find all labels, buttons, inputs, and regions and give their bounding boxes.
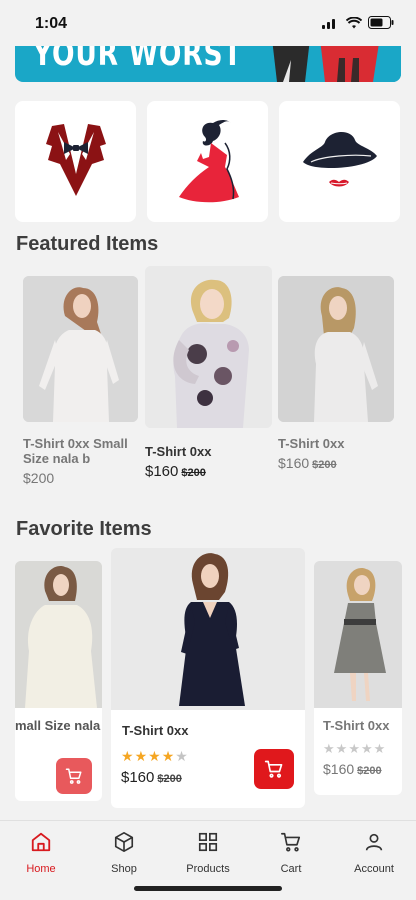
featured-item[interactable]: T-Shirt 0xx $160 $200 — [278, 276, 394, 471]
product-old-price: $200 — [157, 773, 182, 785]
product-image — [111, 548, 305, 710]
favorite-item[interactable]: T-Shirt 0xx ★ ★ ★ ★ ★ $160 $200 — [314, 561, 402, 795]
hat-icon — [302, 131, 377, 186]
product-old-price: $200 — [312, 459, 337, 471]
product-image — [145, 266, 272, 428]
dress-icon — [178, 119, 239, 202]
product-image — [23, 276, 138, 422]
cart-icon — [264, 760, 283, 778]
product-old-price: $200 — [357, 765, 382, 777]
product-price: $160 — [278, 455, 310, 471]
product-price: $160 — [121, 769, 155, 786]
rating-stars: ★ ★ ★ ★ ★ — [323, 741, 385, 757]
product-name: T-Shirt 0xx — [278, 436, 345, 451]
star-empty-icon: ★ — [323, 741, 335, 756]
product-image — [314, 561, 402, 708]
battery-icon — [368, 16, 394, 29]
wifi-icon — [346, 16, 362, 28]
tab-label: Products — [186, 863, 230, 875]
star-icon: ★ — [121, 748, 134, 764]
rating-stars: ★ ★ ★ ★ ★ — [121, 748, 188, 765]
cart-icon — [65, 768, 82, 784]
category-card-suits[interactable] — [15, 101, 136, 222]
tab-account[interactable]: Account — [339, 831, 409, 875]
home-indicator — [134, 886, 282, 891]
star-empty-icon: ★ — [348, 741, 360, 756]
category-card-hats[interactable] — [279, 101, 400, 222]
home-icon — [31, 832, 51, 852]
featured-section-title: Featured Items — [16, 233, 159, 255]
tab-label: Shop — [111, 863, 137, 875]
star-icon: ★ — [148, 748, 161, 764]
tab-label: Home — [26, 863, 56, 875]
product-name: T-Shirt 0xx Small Size nala b — [23, 436, 128, 466]
signal-icon — [322, 18, 335, 29]
status-bar: 1:04 — [0, 0, 416, 46]
tab-label: Account — [354, 863, 394, 875]
box-icon — [114, 832, 134, 852]
favorite-item-active[interactable]: T-Shirt 0xx ★ ★ ★ ★ ★ $160 $200 — [111, 548, 305, 808]
star-empty-icon: ★ — [335, 741, 348, 756]
tab-label: Cart — [280, 863, 302, 875]
product-name: T-Shirt 0xx — [323, 718, 390, 733]
featured-item[interactable]: T-Shirt 0xx Small Size nala b $200 — [23, 276, 138, 486]
category-row — [15, 101, 401, 222]
product-price: $160 — [323, 761, 355, 777]
star-icon: ★ — [134, 748, 148, 764]
product-image — [15, 561, 102, 708]
tab-shop[interactable]: Shop — [89, 831, 159, 875]
status-time: 1:04 — [35, 15, 68, 32]
favorite-item[interactable]: mall Size nala — [15, 561, 102, 801]
product-image — [278, 276, 394, 422]
category-card-dresses[interactable] — [147, 101, 268, 222]
featured-item-active[interactable]: T-Shirt 0xx $160 $200 — [145, 266, 272, 480]
tuxedo-icon — [45, 123, 106, 196]
star-empty-icon: ★ — [373, 741, 386, 756]
tab-products[interactable]: Products — [173, 831, 243, 875]
favorites-section-title: Favorite Items — [16, 518, 152, 540]
product-price: $160 — [145, 463, 179, 480]
product-name: mall Size nala — [15, 718, 101, 733]
star-empty-icon: ★ — [175, 748, 188, 764]
star-empty-icon: ★ — [360, 741, 373, 756]
grid-icon — [198, 832, 218, 852]
tab-home[interactable]: Home — [6, 831, 76, 875]
tab-cart[interactable]: Cart — [256, 831, 326, 875]
product-old-price: $200 — [181, 467, 206, 479]
featured-carousel[interactable]: T-Shirt 0xx Small Size nala b $200 T-Shi… — [0, 266, 416, 486]
product-price: $200 — [23, 470, 55, 486]
add-to-cart-button[interactable] — [56, 758, 92, 794]
product-name: T-Shirt 0xx — [145, 444, 212, 459]
star-icon: ★ — [161, 748, 175, 764]
add-to-cart-button[interactable] — [254, 749, 294, 789]
user-icon — [365, 833, 383, 851]
product-name: T-Shirt 0xx — [122, 723, 189, 738]
cart-icon — [281, 832, 301, 852]
